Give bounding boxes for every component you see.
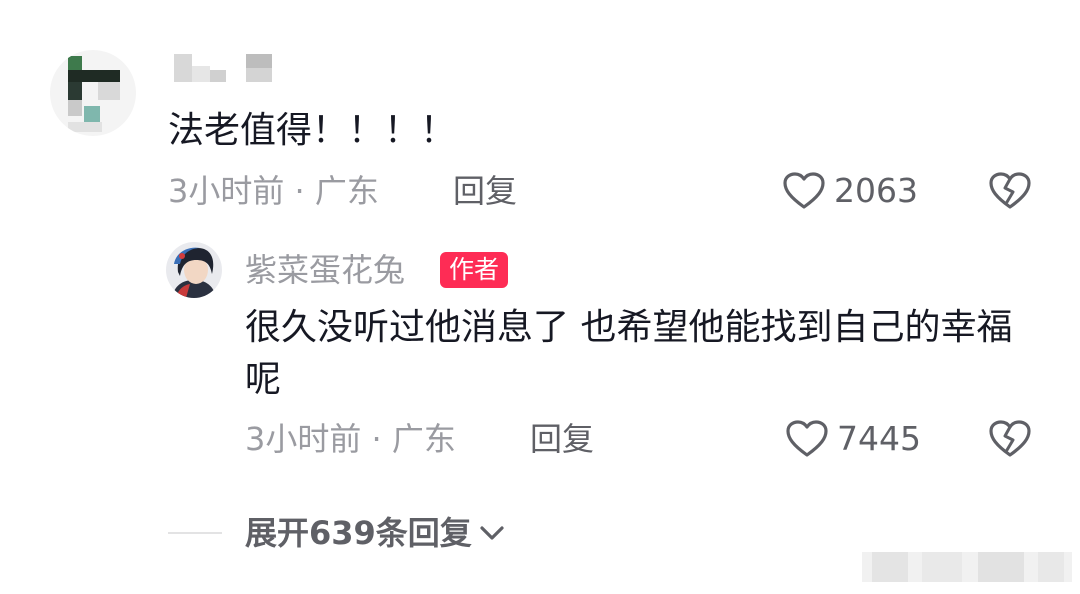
broken-heart-icon[interactable] — [988, 419, 1032, 459]
author-username[interactable]: 紫菜蛋花兔 — [245, 248, 405, 292]
reply-reply-button[interactable]: 回复 — [530, 416, 594, 462]
reply-like-button[interactable]: 7445 — [785, 416, 921, 462]
commenter-username-redacted[interactable] — [170, 52, 290, 86]
expand-replies-button[interactable]: 展开639条回复 — [245, 510, 506, 556]
heart-outline-icon — [786, 420, 828, 457]
author-badge: 作者 — [440, 252, 509, 288]
author-avatar[interactable] — [166, 242, 222, 298]
expand-replies-label: 展开639条回复 — [245, 514, 472, 552]
comment-text: 法老值得！！！！ — [168, 110, 457, 151]
comment-like-button[interactable]: 2063 — [782, 168, 918, 214]
author-avatar-image — [166, 242, 222, 298]
comment-reply-button[interactable]: 回复 — [453, 168, 517, 214]
reply-like-count: 7445 — [837, 419, 921, 458]
reply-text: 很久没听过他消息了 也希望他能找到自己的幸福呢 — [245, 307, 1013, 400]
chevron-down-icon — [480, 526, 504, 540]
comment-time-location: 3小时前 · 广东 — [168, 172, 379, 210]
reply-time-location: 3小时前 · 广东 — [245, 420, 456, 458]
watermark — [862, 552, 1072, 582]
comment-like-count: 2063 — [834, 171, 918, 210]
commenter-avatar[interactable] — [50, 50, 136, 136]
broken-heart-icon[interactable] — [988, 171, 1032, 211]
expand-divider — [168, 532, 222, 534]
comment-meta-row: 3小时前 · 广东 回复 2063 — [168, 168, 1048, 214]
heart-outline-icon — [783, 172, 825, 209]
reply-meta-row: 3小时前 · 广东 回复 7445 — [245, 416, 1048, 462]
